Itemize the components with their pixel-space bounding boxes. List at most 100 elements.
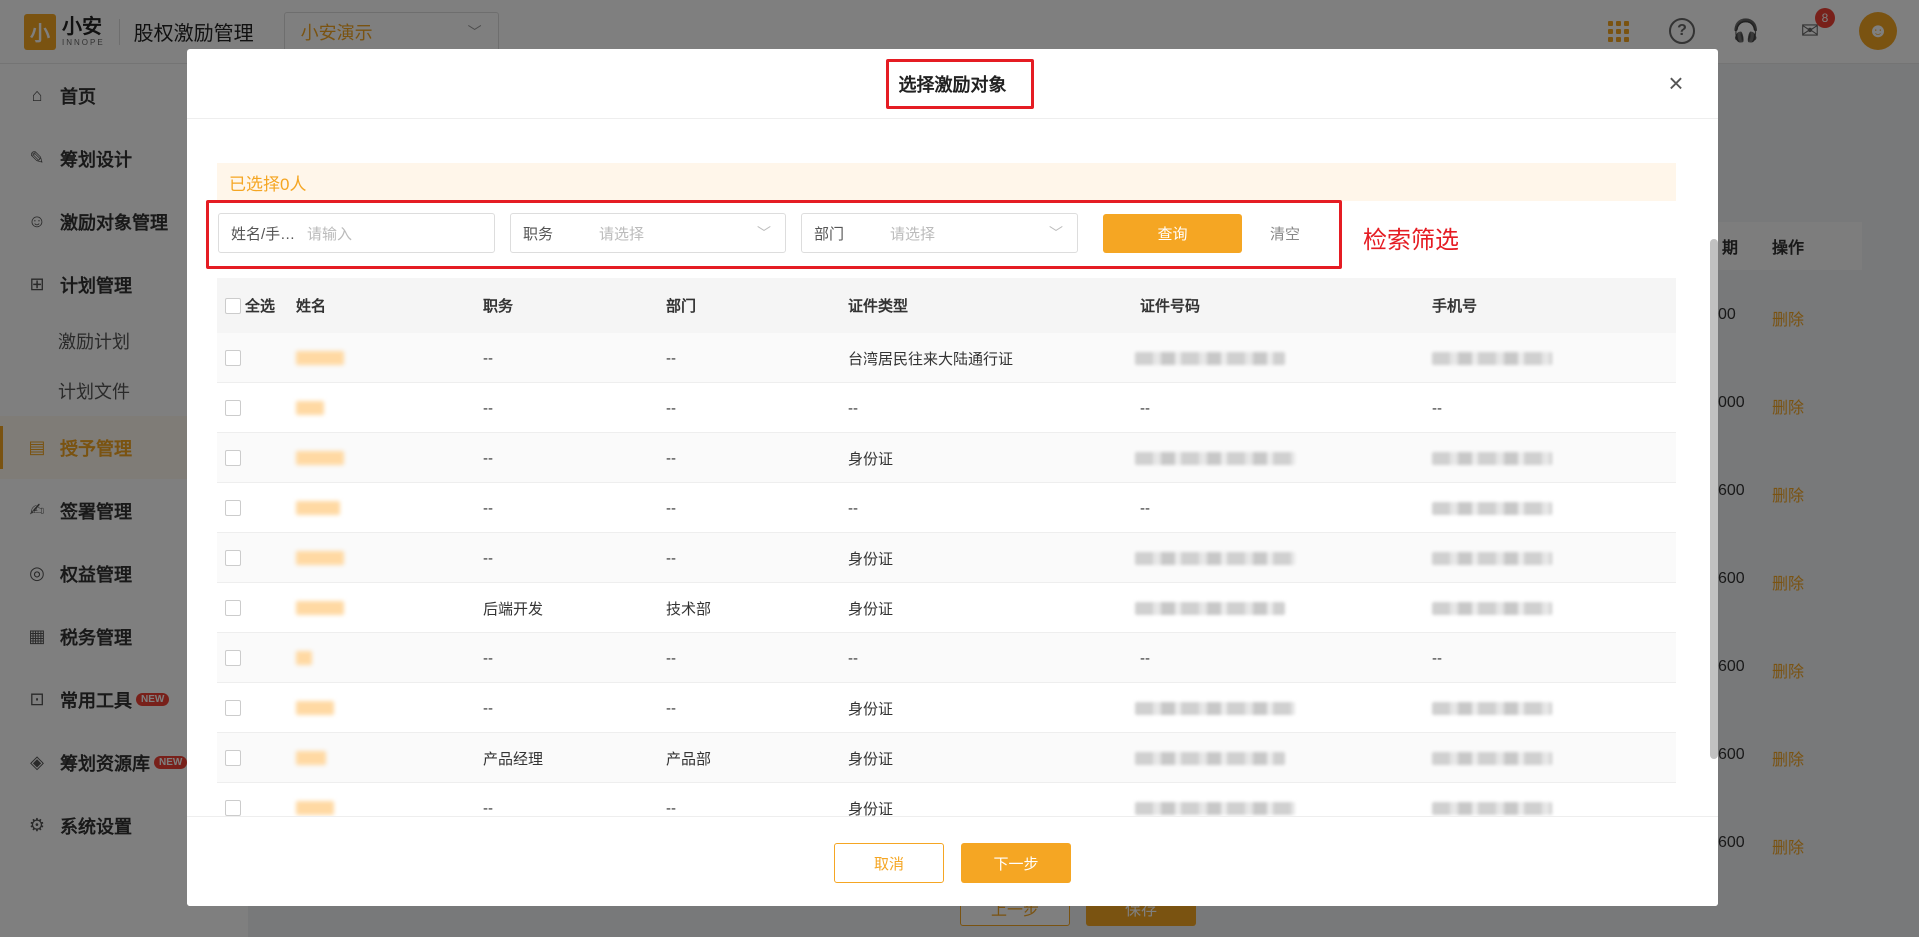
cell-position: 后端开发 — [483, 600, 544, 618]
redacted-name — [296, 401, 324, 415]
cell-department: -- — [666, 799, 676, 817]
cell-id-number — [1135, 533, 1295, 583]
redacted-phone — [1432, 351, 1552, 365]
row-checkbox[interactable] — [225, 333, 241, 383]
cell-department: -- — [666, 399, 676, 417]
row-checkbox[interactable] — [225, 733, 241, 783]
row-checkbox[interactable] — [225, 533, 241, 583]
cell-name — [296, 533, 344, 583]
table-row[interactable]: 后端开发 技术部 身份证 — [217, 583, 1676, 633]
cell-department: -- — [666, 449, 676, 467]
redacted-phone — [1432, 801, 1552, 815]
row-checkbox[interactable] — [225, 783, 241, 816]
cell-name — [296, 583, 344, 633]
cell-phone — [1432, 483, 1552, 533]
redacted-id-number — [1135, 551, 1295, 565]
redacted-id-number — [1135, 801, 1295, 815]
cancel-button[interactable]: 取消 — [834, 843, 944, 883]
cell-position: -- — [483, 649, 493, 667]
cell-phone — [1432, 583, 1552, 633]
redacted-id-number — [1135, 451, 1295, 465]
scrollbar[interactable] — [1710, 239, 1718, 759]
redacted-id-number — [1135, 701, 1295, 715]
modal-body: 已选择0人 姓名/手… 请输入 职务 请选择 ﹀ 部门 请选择 ﹀ 查询 清空 … — [187, 119, 1718, 816]
table-row[interactable]: -- -- 台湾居民往来大陆通行证 — [217, 333, 1676, 383]
filter-highlight-frame — [206, 200, 1342, 269]
cell-id-number: -- — [1140, 399, 1150, 417]
cell-id-number — [1135, 733, 1285, 783]
cell-id-number — [1135, 583, 1285, 633]
cell-position: -- — [483, 349, 493, 367]
table-body: -- -- 台湾居民往来大陆通行证 -- -- -- -- -- -- -- 身份证 -- -- -- --… — [217, 333, 1676, 816]
table-row[interactable]: -- -- -- -- -- — [217, 633, 1676, 683]
next-step-button[interactable]: 下一步 — [961, 843, 1071, 883]
table-row[interactable]: -- -- 身份证 — [217, 433, 1676, 483]
redacted-id-number — [1135, 351, 1285, 365]
cell-id-type: 台湾居民往来大陆通行证 — [848, 350, 1014, 368]
cell-department: -- — [666, 549, 676, 567]
cell-position: -- — [483, 799, 493, 817]
select-participants-dialog: 选择激励对象 × 已选择0人 姓名/手… 请输入 职务 请选择 ﹀ 部门 请选择… — [187, 49, 1718, 906]
select-all-label: 全选 — [245, 298, 276, 315]
cell-id-number — [1135, 333, 1285, 383]
filter-annotation: 检索筛选 — [1363, 227, 1459, 254]
redacted-name — [296, 601, 344, 615]
modal-footer: 取消 下一步 — [187, 816, 1718, 906]
cell-department: -- — [666, 699, 676, 717]
cell-department: -- — [666, 349, 676, 367]
cell-id-type: 身份证 — [848, 700, 894, 718]
title-highlight-frame — [886, 59, 1034, 109]
cell-phone: -- — [1432, 399, 1442, 417]
table-row[interactable]: -- -- -- -- — [217, 483, 1676, 533]
cell-position: -- — [483, 449, 493, 467]
row-checkbox[interactable] — [225, 583, 241, 633]
redacted-name — [296, 351, 344, 365]
cell-position: -- — [483, 399, 493, 417]
table-row[interactable]: -- -- -- -- -- — [217, 383, 1676, 433]
redacted-phone — [1432, 451, 1552, 465]
cell-position: -- — [483, 549, 493, 567]
cell-position: -- — [483, 699, 493, 717]
cell-phone — [1432, 333, 1552, 383]
redacted-name — [296, 501, 340, 515]
cell-department: 技术部 — [666, 600, 712, 618]
table-row[interactable]: -- -- 身份证 — [217, 683, 1676, 733]
cell-id-type: 身份证 — [848, 550, 894, 568]
table-row[interactable]: 产品经理 产品部 身份证 — [217, 733, 1676, 783]
row-checkbox[interactable] — [225, 383, 241, 433]
cell-phone — [1432, 733, 1552, 783]
redacted-name — [296, 451, 344, 465]
cell-id-number: -- — [1140, 649, 1150, 667]
selected-count: 已选择0人 — [217, 163, 1676, 201]
cell-id-type: -- — [848, 649, 858, 667]
cell-name — [296, 683, 334, 733]
close-button[interactable]: × — [1664, 70, 1688, 96]
cell-department: 产品部 — [666, 750, 712, 768]
cell-phone — [1432, 683, 1552, 733]
cell-department: -- — [666, 499, 676, 517]
cell-phone — [1432, 783, 1552, 816]
cell-name — [296, 433, 344, 483]
table-header: 全选 姓名 职务 部门 证件类型 证件号码 手机号 — [217, 278, 1676, 333]
cell-id-type: -- — [848, 499, 858, 517]
select-all-checkbox[interactable] — [225, 278, 241, 333]
cell-department: -- — [666, 649, 676, 667]
redacted-name — [296, 751, 326, 765]
row-checkbox[interactable] — [225, 633, 241, 683]
row-checkbox[interactable] — [225, 433, 241, 483]
column-position: 职务 — [483, 298, 514, 315]
cell-id-type: 身份证 — [848, 750, 894, 768]
row-checkbox[interactable] — [225, 683, 241, 733]
table-row[interactable]: -- -- 身份证 — [217, 533, 1676, 583]
cell-name — [296, 333, 344, 383]
cell-id-type: 身份证 — [848, 600, 894, 618]
cell-name — [296, 733, 326, 783]
column-department: 部门 — [666, 298, 697, 315]
redacted-name — [296, 801, 334, 815]
cell-id-number — [1135, 783, 1295, 816]
cell-phone: -- — [1432, 649, 1442, 667]
table-row[interactable]: -- -- 身份证 — [217, 783, 1676, 816]
cell-phone — [1432, 433, 1552, 483]
cell-name — [296, 483, 340, 533]
row-checkbox[interactable] — [225, 483, 241, 533]
